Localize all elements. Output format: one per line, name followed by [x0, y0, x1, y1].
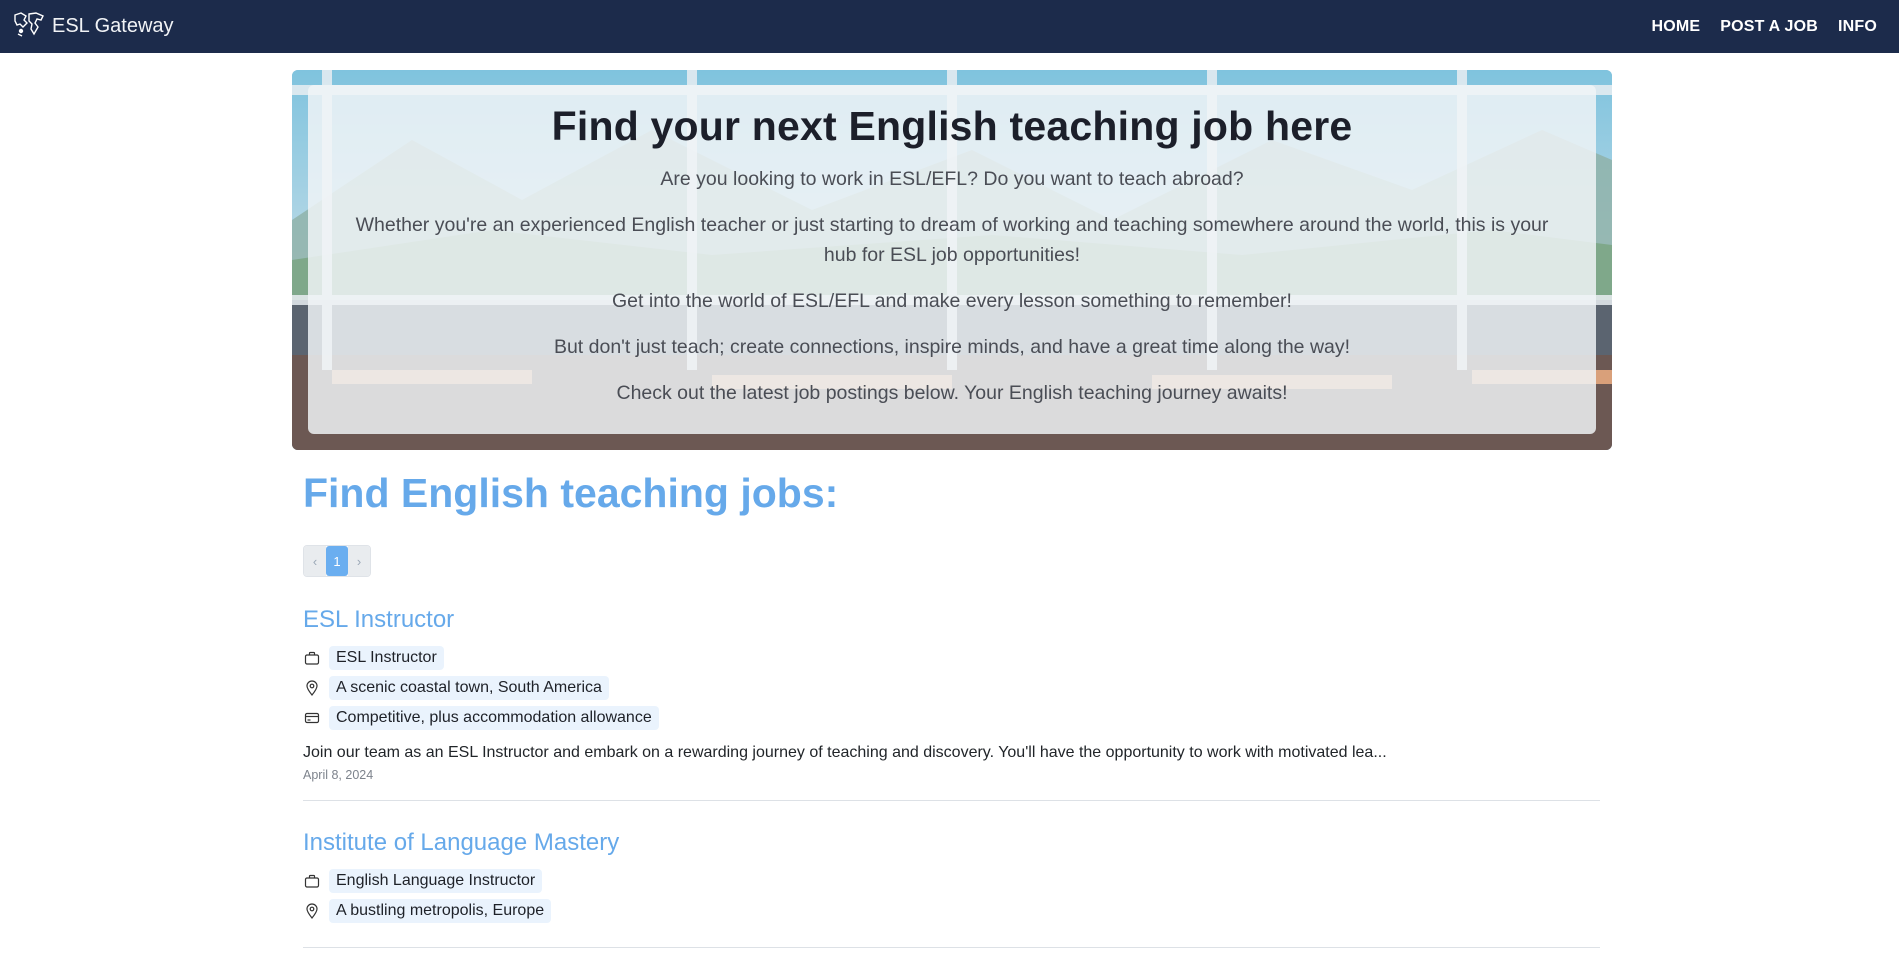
briefcase-icon: [303, 872, 321, 890]
briefcase-icon: [303, 649, 321, 667]
pagination-prev-button[interactable]: ‹: [304, 546, 326, 576]
job-description: Join our team as an ESL Instructor and e…: [303, 744, 1387, 761]
job-location-row: A bustling metropolis, Europe: [303, 899, 1600, 923]
job-salary-tag: Competitive, plus accommodation allowanc…: [329, 706, 659, 730]
map-pin-icon: [303, 902, 321, 920]
job-position-row: ESL Instructor: [303, 646, 1600, 670]
job-location-row: A scenic coastal town, South America: [303, 676, 1600, 700]
hero-paragraph: Check out the latest job postings below.…: [616, 382, 1288, 404]
pagination: ‹ 1 ›: [303, 545, 371, 577]
world-map-icon: [12, 10, 46, 43]
hero-paragraph: Whether you're an experienced English te…: [355, 214, 1549, 266]
hero-paragraph: But don't just teach; create connections…: [553, 336, 1351, 358]
brand-link[interactable]: ESL Gateway: [12, 10, 174, 43]
pagination-next-button[interactable]: ›: [348, 546, 370, 576]
job-listing: Institute of Language Mastery English La…: [303, 829, 1600, 948]
nav-home-link[interactable]: HOME: [1651, 18, 1700, 36]
job-salary-row: Competitive, plus accommodation allowanc…: [303, 706, 1600, 730]
job-title-link[interactable]: Institute of Language Mastery: [303, 829, 1600, 857]
hero-banner: Find your next English teaching job here…: [292, 70, 1612, 450]
hero-paragraph: Get into the world of ESL/EFL and make e…: [612, 290, 1292, 312]
nav-links: HOME POST A JOB INFO: [1651, 18, 1877, 36]
credit-card-icon: [303, 709, 321, 727]
job-position-row: English Language Instructor: [303, 869, 1600, 893]
job-location-tag: A scenic coastal town, South America: [329, 676, 609, 700]
job-list: ESL Instructor ESL Instructor A scenic c…: [303, 606, 1600, 976]
job-title-link[interactable]: ESL Instructor: [303, 606, 1600, 634]
job-position-tag: English Language Instructor: [329, 869, 543, 893]
nav-post-job-link[interactable]: POST A JOB: [1720, 18, 1818, 36]
job-listing: ESL Instructor ESL Instructor A scenic c…: [303, 606, 1600, 801]
job-location-tag: A bustling metropolis, Europe: [329, 899, 552, 923]
job-position-tag: ESL Instructor: [329, 646, 444, 670]
navbar: ESL Gateway HOME POST A JOB INFO: [0, 0, 1899, 53]
jobs-section-title: Find English teaching jobs:: [303, 470, 839, 516]
nav-info-link[interactable]: INFO: [1838, 18, 1877, 36]
hero-card: Find your next English teaching job here…: [308, 85, 1596, 434]
map-pin-icon: [303, 679, 321, 697]
job-date: April 8, 2024: [303, 768, 374, 782]
hero-paragraph: Are you looking to work in ESL/EFL? Do y…: [660, 168, 1244, 190]
brand-name: ESL Gateway: [52, 15, 174, 37]
hero-title: Find your next English teaching job here: [551, 103, 1353, 149]
pagination-page-button[interactable]: 1: [326, 546, 348, 576]
